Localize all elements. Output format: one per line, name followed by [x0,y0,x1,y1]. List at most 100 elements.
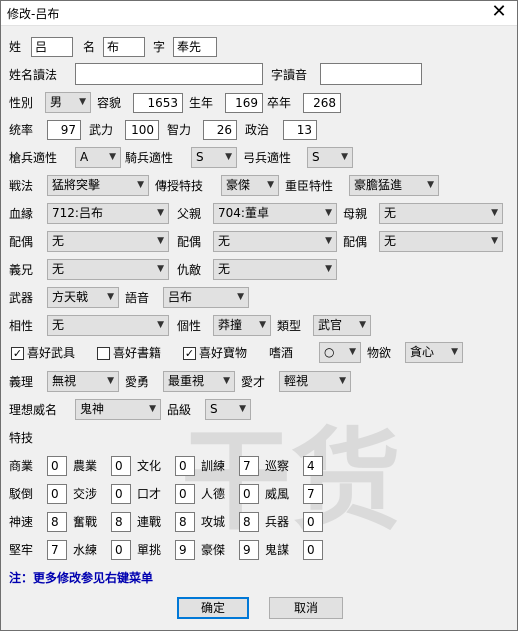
given-name-input[interactable]: 布 [103,37,145,57]
courage-select[interactable]: 最重視 ▼ [163,371,235,392]
chevron-down-icon: ▼ [157,208,164,218]
retainer-trait-label: 重臣特性 [285,179,334,193]
sworn-brother-select[interactable]: 无 ▼ [47,259,169,280]
war-label: 武力 [89,123,114,137]
talent-label: 愛才 [241,375,266,389]
voice-label: 語音 [125,291,150,305]
voice-select[interactable]: 吕布 ▼ [163,287,249,308]
skill-value-input[interactable]: 7 [303,484,323,504]
gender-value: 男 [50,95,63,109]
enemy-select[interactable]: 无 ▼ [213,259,337,280]
bloodline-value: 712:吕布 [52,206,103,220]
gender-select[interactable]: 男 ▼ [45,92,91,113]
likes-treasure-checkbox[interactable]: ✓ [183,347,196,360]
skill-value-input[interactable]: 0 [239,484,259,504]
talent-select[interactable]: 輕視 ▼ [279,371,351,392]
skill-value-input[interactable]: 0 [175,456,195,476]
retainer-trait-select[interactable]: 豪膽猛進 ▼ [349,175,439,196]
desire-select[interactable]: 貪心 ▼ [405,342,463,363]
weapon-label: 武器 [9,291,34,305]
skill-value-input[interactable]: 0 [111,540,131,560]
skill-value-input[interactable]: 8 [239,512,259,532]
chevron-down-icon: ▼ [267,180,274,190]
bloodline-label: 血縁 [9,207,34,221]
personality-label: 個性 [177,319,202,333]
skill-value-input[interactable]: 7 [239,456,259,476]
mother-select[interactable]: 无 ▼ [379,203,503,224]
spouse-1-select[interactable]: 无 ▼ [47,231,169,252]
weapon-select[interactable]: 方天戟 ▼ [47,287,119,308]
name-reading-input[interactable] [75,63,263,85]
chevron-down-icon: ▼ [79,97,86,107]
chevron-down-icon: ▼ [239,404,246,414]
spouse-2-label: 配偶 [177,235,202,249]
cancel-button[interactable]: 取消 [269,597,343,619]
intelligence-input[interactable]: 26 [203,120,237,140]
skill-value-input[interactable]: 9 [175,540,195,560]
hint-note: 注：更多修改参见右键菜单 [9,571,154,585]
edit-dialog: 修改-吕布 ✕ 干货 姓 吕 名 布 字 奉先 姓名讀法 字讀音 性別 男 ▼ 容… [0,0,518,631]
skill-value-input[interactable]: 0 [47,484,67,504]
rank-select[interactable]: S ▼ [205,399,251,420]
war-input[interactable]: 100 [125,120,159,140]
death-year-input[interactable]: 268 [303,93,341,113]
bow-aptitude-select[interactable]: S ▼ [307,147,353,168]
politics-input[interactable]: 13 [283,120,317,140]
skill-label: 鬼謀 [265,543,290,557]
type-label: 類型 [277,319,302,333]
close-icon[interactable]: ✕ [489,2,509,22]
skill-label: 商業 [9,459,34,473]
rank-label: 品級 [167,403,192,417]
chevron-down-icon: ▼ [157,264,164,274]
looks-input[interactable]: 1653 [133,93,183,113]
skill-value-input[interactable]: 0 [175,484,195,504]
skill-value-input[interactable]: 0 [111,484,131,504]
skill-label: 水練 [73,543,98,557]
skill-value-input[interactable]: 0 [303,512,323,532]
birth-year-input[interactable]: 169 [225,93,263,113]
skill-value-input[interactable]: 0 [47,456,67,476]
skill-value-input[interactable]: 8 [175,512,195,532]
tactic-select[interactable]: 猛將突擊 ▼ [47,175,149,196]
style-name-input[interactable]: 奉先 [173,37,217,57]
horse-aptitude-select[interactable]: S ▼ [191,147,237,168]
mother-label: 母親 [343,207,368,221]
justice-label: 義理 [9,375,34,389]
skill-label: 豪傑 [201,543,226,557]
courage-value: 最重視 [168,374,205,388]
drinking-label: 嗜酒 [269,346,294,360]
justice-select[interactable]: 無視 ▼ [47,371,119,392]
surname-input[interactable]: 吕 [31,37,73,57]
chevron-down-icon: ▼ [109,152,116,162]
skill-value-input[interactable]: 8 [111,512,131,532]
leadership-input[interactable]: 97 [47,120,81,140]
skill-value-input[interactable]: 0 [111,456,131,476]
personality-select[interactable]: 莽撞 ▼ [213,315,271,336]
style-reading-input[interactable] [320,63,422,85]
spouse-3-select[interactable]: 无 ▼ [379,231,503,252]
chevron-down-icon: ▼ [223,376,230,386]
skill-value-input[interactable]: 9 [239,540,259,560]
spear-aptitude-select[interactable]: A ▼ [75,147,121,168]
likes-arms-checkbox[interactable]: ✓ [11,347,24,360]
ideal-fame-select[interactable]: 鬼神 ▼ [75,399,161,420]
father-select[interactable]: 704:董卓 ▼ [213,203,337,224]
compatibility-select[interactable]: 无 ▼ [47,315,169,336]
name-reading-label: 姓名讀法 [9,68,58,82]
skill-value-input[interactable]: 8 [47,512,67,532]
chevron-down-icon: ▼ [149,404,156,414]
skill-value-input[interactable]: 7 [47,540,67,560]
ok-button[interactable]: 确定 [177,597,249,619]
bloodline-select[interactable]: 712:吕布 ▼ [47,203,169,224]
skill-label: 口才 [137,487,162,501]
drinking-select[interactable]: ○ ▼ [319,342,361,363]
chevron-down-icon: ▼ [225,152,232,162]
teach-skill-select[interactable]: 豪傑 ▼ [221,175,279,196]
teach-skill-label: 傳授特技 [155,179,204,193]
skill-value-input[interactable]: 4 [303,456,323,476]
father-value: 704:董卓 [218,206,269,220]
likes-books-checkbox[interactable] [97,347,110,360]
skill-value-input[interactable]: 0 [303,540,323,560]
spouse-2-select[interactable]: 无 ▼ [213,231,337,252]
type-select[interactable]: 武官 ▼ [313,315,371,336]
